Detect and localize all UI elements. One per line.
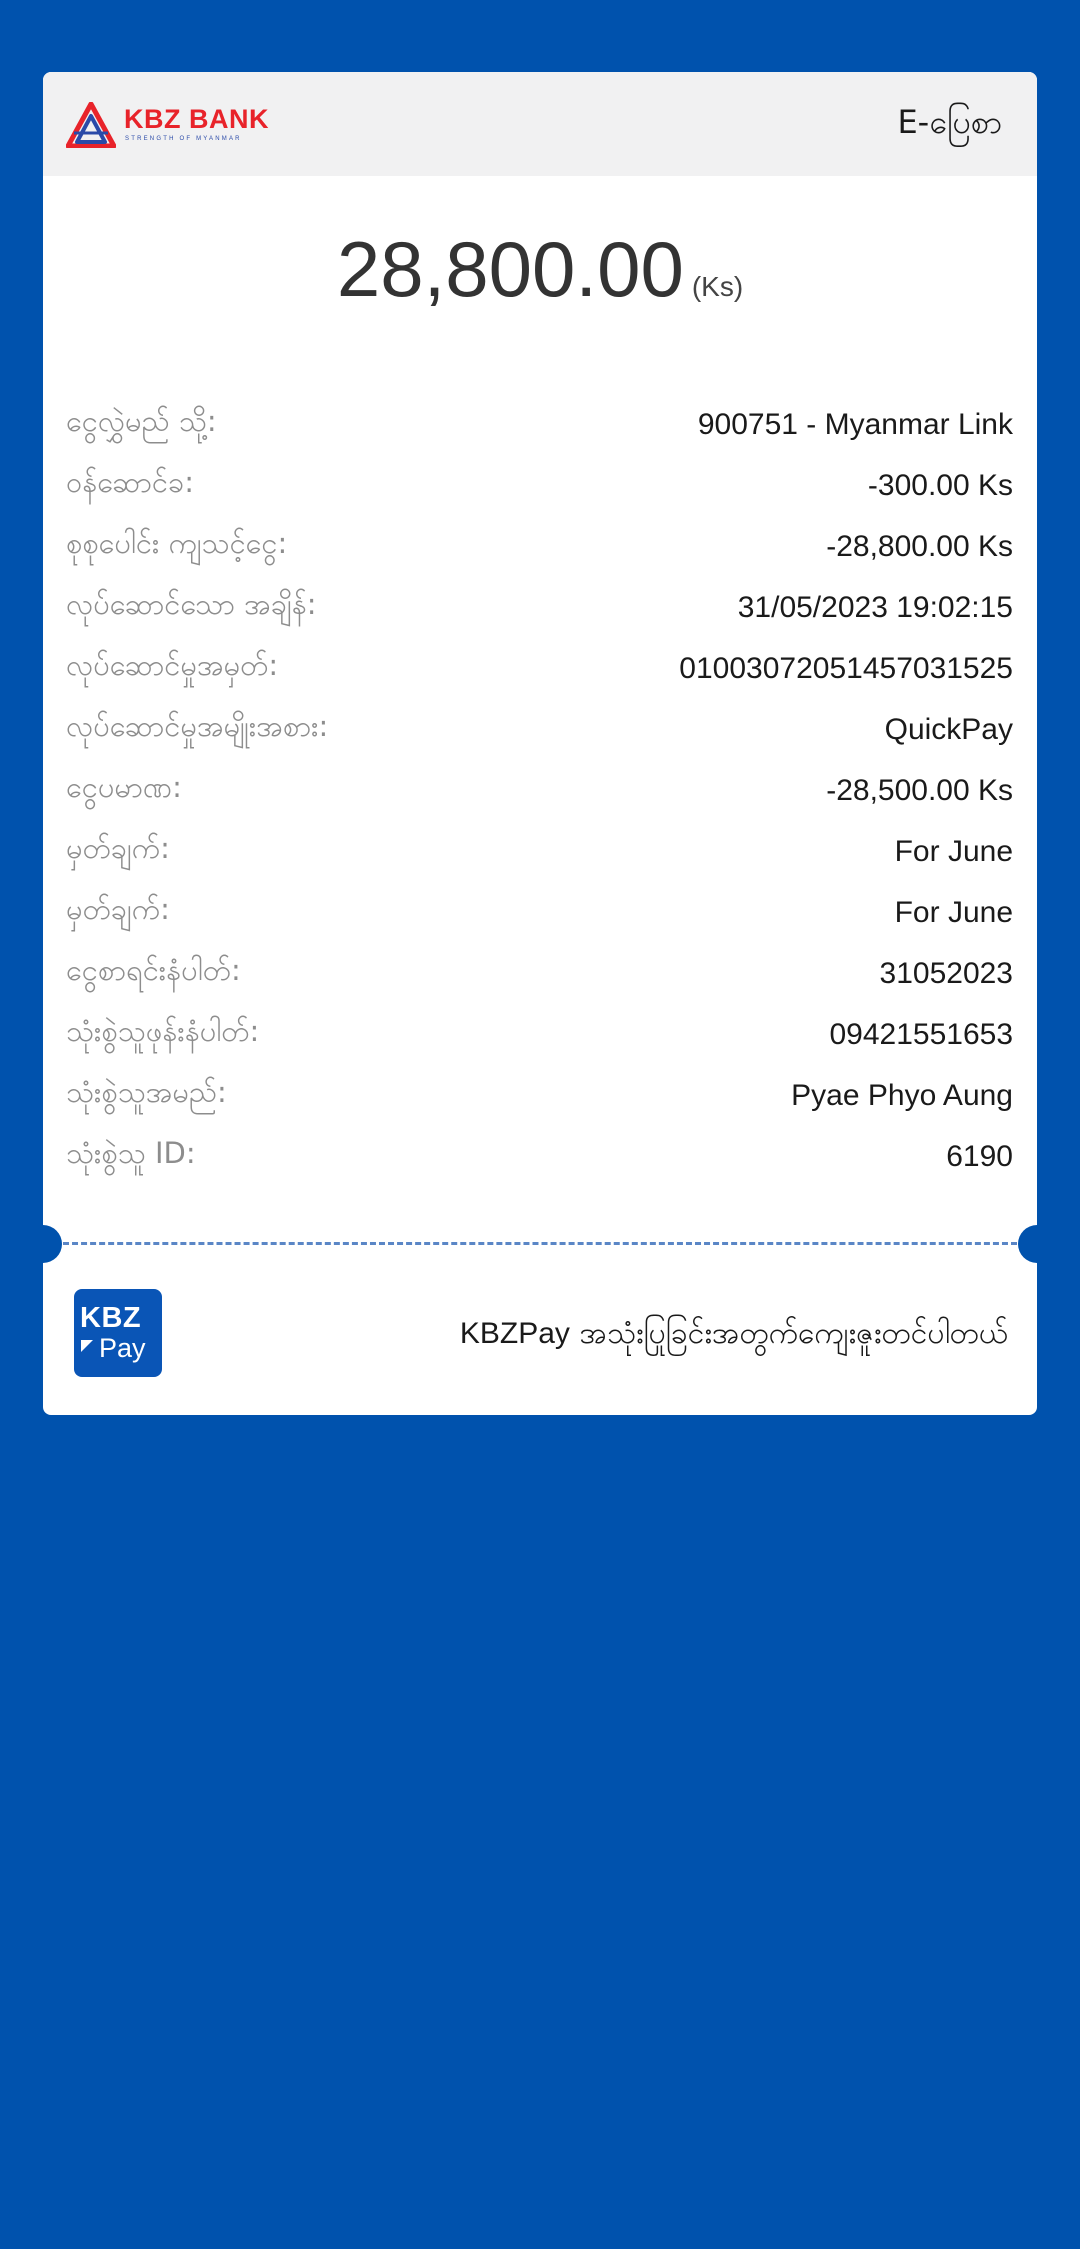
detail-value: QuickPay — [884, 712, 1013, 746]
kbzpay-logo-line1: KBZ — [80, 1302, 142, 1334]
amount-value: 28,800.00 — [336, 225, 684, 313]
detail-row-transaction-type: လုပ်ဆောင်မှုအမျိုးအစား: QuickPay — [66, 699, 1013, 760]
corner-arrow-icon — [81, 1340, 93, 1352]
detail-row-account-number: ငွေစာရင်းနံပါတ်: 31052023 — [66, 943, 1013, 1004]
detail-label: လုပ်ဆောင်မှုအမျိုးအစား: — [66, 709, 329, 743]
detail-row-transfer-to: ငွေလွှဲမည် သို့: 900751 - Myanmar Link — [66, 394, 1013, 455]
detail-label: လုပ်ဆောင်သော အချိန်: — [66, 587, 317, 621]
detail-label: ဝန်ဆောင်ခ: — [66, 465, 195, 499]
detail-label: မှတ်ချက်: — [66, 831, 170, 865]
tear-notch-right — [1018, 1225, 1037, 1263]
detail-label: သုံးစွဲသူ ID: — [66, 1136, 196, 1170]
kbzpay-logo-line2: Pay — [99, 1333, 146, 1363]
detail-value: 31052023 — [879, 956, 1013, 990]
receipt-card: KBZ BANK STRENGTH OF MYANMAR E-ပြေစာ 28,… — [43, 72, 1037, 1415]
detail-row-note: မှတ်ချက်: For June — [66, 821, 1013, 882]
tear-line-divider — [63, 1242, 1017, 1245]
kbzpay-logo: KBZ Pay — [74, 1289, 162, 1377]
detail-value: 900751 - Myanmar Link — [697, 407, 1013, 441]
tear-notch-left — [43, 1225, 62, 1263]
detail-row-user-phone: သုံးစွဲသူဖုန်းနံပါတ်: 09421551653 — [66, 1004, 1013, 1065]
detail-value: 01003072051457031525 — [679, 651, 1013, 685]
detail-value: For June — [894, 895, 1013, 929]
kbz-bank-logo: KBZ BANK STRENGTH OF MYANMAR — [66, 102, 269, 148]
detail-label: လုပ်ဆောင်မှုအမှတ်: — [66, 648, 279, 682]
detail-row-user-name: သုံးစွဲသူအမည်: Pyae Phyo Aung — [66, 1065, 1013, 1126]
detail-row-transaction-time: လုပ်ဆောင်သော အချိန်: 31/05/2023 19:02:15 — [66, 577, 1013, 638]
detail-value: 6190 — [946, 1139, 1013, 1173]
transaction-details: ငွေလွှဲမည် သို့: 900751 - Myanmar Link ဝ… — [66, 394, 1013, 1187]
detail-value: -28,500.00 Ks — [826, 773, 1013, 807]
detail-label: စုစုပေါင်း ကျသင့်ငွေ: — [66, 526, 288, 560]
detail-label: သုံးစွဲသူဖုန်းနံပါတ်: — [66, 1014, 260, 1048]
thank-you-message: KBZPay အသုံးပြုခြင်းအတွက်ကျေးဇူးတင်ပါတယ် — [460, 1312, 1008, 1356]
detail-label: သုံးစွဲသူအမည်: — [66, 1075, 227, 1109]
detail-row-note: မှတ်ချက်: For June — [66, 882, 1013, 943]
amount-unit: (Ks) — [691, 271, 744, 302]
detail-value: For June — [894, 834, 1013, 868]
screen: { "header": { "logo_text": "KBZ BANK", "… — [0, 0, 1080, 2249]
logo-wordmark: KBZ BANK — [124, 104, 269, 134]
receipt-header: KBZ BANK STRENGTH OF MYANMAR E-ပြေစာ — [43, 72, 1037, 176]
detail-row-user-id: သုံးစွဲသူ ID: 6190 — [66, 1126, 1013, 1187]
detail-label: ငွေစာရင်းနံပါတ်: — [66, 953, 241, 987]
detail-value: -300.00 Ks — [867, 468, 1013, 502]
kbz-triangle-icon — [66, 102, 116, 148]
receipt-title: E-ပြေစာ — [897, 103, 1002, 141]
detail-value: 31/05/2023 19:02:15 — [737, 590, 1013, 624]
footer-message: အသုံးပြုခြင်းအတွက်ကျေးဇူးတင်ပါတယ် — [569, 1316, 1008, 1351]
detail-value: 09421551653 — [829, 1017, 1013, 1051]
detail-row-transaction-id: လုပ်ဆောင်မှုအမှတ်: 01003072051457031525 — [66, 638, 1013, 699]
detail-label: မှတ်ချက်: — [66, 892, 170, 926]
detail-value: Pyae Phyo Aung — [791, 1078, 1013, 1112]
logo-tagline: STRENGTH OF MYANMAR — [125, 136, 242, 142]
detail-row-amount: ငွေပမာဏ: -28,500.00 Ks — [66, 760, 1013, 821]
detail-row-service-fee: ဝန်ဆောင်ခ: -300.00 Ks — [66, 455, 1013, 516]
total-amount: 28,800.00 (Ks) — [43, 224, 1037, 315]
detail-label: ငွေပမာဏ: — [66, 770, 182, 804]
footer-brand: KBZPay — [459, 1317, 570, 1350]
detail-value: -28,800.00 Ks — [826, 529, 1013, 563]
detail-row-total-charged: စုစုပေါင်း ကျသင့်ငွေ: -28,800.00 Ks — [66, 516, 1013, 577]
detail-label: ငွေလွှဲမည် သို့: — [66, 404, 217, 438]
